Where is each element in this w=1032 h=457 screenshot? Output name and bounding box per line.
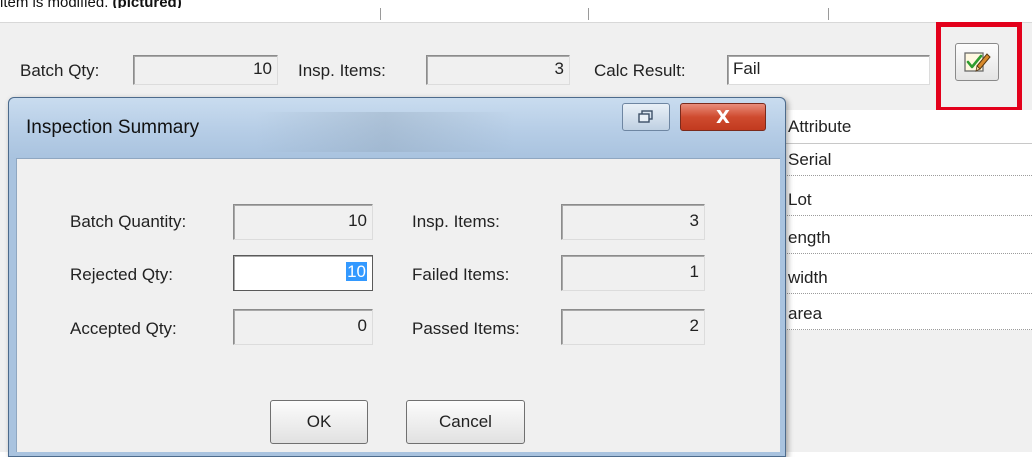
cancel-button[interactable]: Cancel [406,400,525,444]
tab-divider [380,8,381,20]
tab-divider [588,8,589,20]
batch-quantity-field[interactable]: 10 [233,204,373,240]
attribute-row[interactable]: Serial [770,144,1032,176]
rejected-qty-value: 10 [346,262,367,281]
attribute-row[interactable]: width [770,262,1032,294]
calc-result-field[interactable]: Fail [727,55,930,85]
attribute-row[interactable]: ength [770,222,1032,254]
insp-items-field[interactable]: 3 [426,55,570,85]
tab-divider [828,8,829,20]
rejected-qty-field[interactable]: 10 [233,255,373,291]
dialog-insp-items-field[interactable]: 3 [561,204,705,240]
dialog-client-area [16,158,780,452]
dialog-insp-items-label: Insp. Items: [412,212,500,231]
calc-result-button[interactable] [955,43,999,81]
ok-button[interactable]: OK [270,400,368,444]
titlebar-glass-reflection [255,112,515,152]
edit-check-icon [964,52,991,72]
restore-button[interactable] [622,103,670,131]
restore-icon [638,110,653,123]
batch-qty-field[interactable]: 10 [133,55,278,85]
dialog-title: Inspection Summary [26,117,200,138]
close-button[interactable]: X [680,103,766,131]
batch-quantity-label: Batch Quantity: [70,212,187,231]
rejected-qty-label: Rejected Qty: [70,265,173,284]
attribute-row[interactable]: Lot [770,184,1032,216]
attribute-column-header[interactable]: Attribute [770,110,1032,144]
passed-items-field[interactable]: 2 [561,309,705,345]
tab-strip [0,8,1032,23]
insp-items-label: Insp. Items: [298,61,386,80]
close-icon: X [716,106,730,128]
batch-qty-label: Batch Qty: [20,61,100,80]
failed-items-label: Failed Items: [412,265,510,284]
accepted-qty-label: Accepted Qty: [70,319,177,338]
accepted-qty-field[interactable]: 0 [233,309,373,345]
passed-items-label: Passed Items: [412,319,520,338]
calc-result-label: Calc Result: [594,61,686,80]
failed-items-field[interactable]: 1 [561,255,705,291]
attribute-row[interactable]: area [770,298,1032,330]
